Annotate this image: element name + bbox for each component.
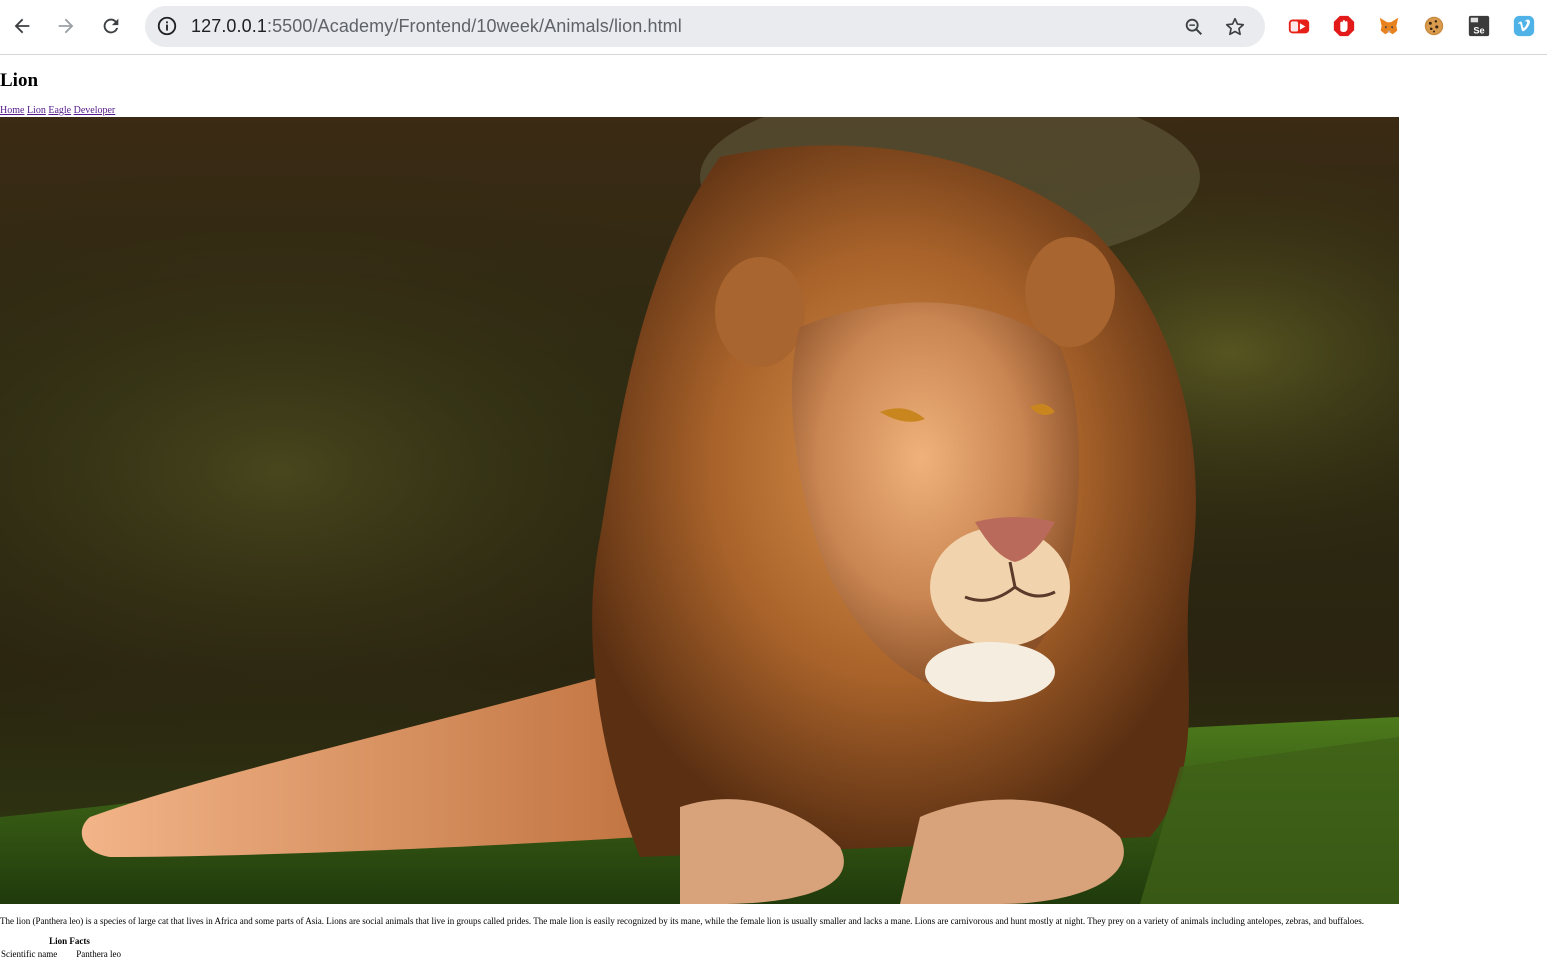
site-info-button[interactable]	[153, 12, 181, 40]
url-path: :5500/Academy/Frontend/10week/Animals/li…	[266, 16, 682, 36]
cookie-icon	[1424, 16, 1444, 36]
address-bar[interactable]: 127.0.0.1:5500/Academy/Frontend/10week/A…	[145, 6, 1265, 47]
adblock-icon	[1333, 15, 1355, 37]
lion-image	[0, 117, 1399, 904]
metamask-extension[interactable]	[1376, 13, 1402, 39]
lion-description: The lion (Panthera leo) is a species of …	[0, 916, 1364, 926]
vimeo-icon	[1513, 15, 1535, 37]
zoom-icon	[1185, 18, 1203, 36]
selenium-extension[interactable]: Se	[1466, 13, 1492, 39]
youtube-extension[interactable]	[1286, 13, 1312, 39]
metamask-icon	[1379, 17, 1399, 35]
youtube-icon	[1288, 19, 1310, 34]
table-row: Scientific name Panthera leo	[0, 949, 139, 959]
back-button[interactable]	[5, 9, 39, 43]
nav-link-developer[interactable]: Developer	[74, 105, 116, 116]
arrow-right-icon	[58, 18, 74, 34]
fact-value: Panthera leo	[76, 949, 121, 959]
selenium-label: Se	[1473, 25, 1484, 35]
vimeo-extension[interactable]	[1511, 13, 1537, 39]
reload-button[interactable]	[94, 9, 128, 43]
fact-label: Scientific name	[1, 949, 58, 959]
arrow-left-icon	[14, 18, 30, 34]
info-icon	[157, 16, 177, 36]
forward-button[interactable]	[49, 9, 83, 43]
nav-link-eagle[interactable]: Eagle	[48, 105, 71, 116]
lion-facts-table: Lion Facts Scientific name Panthera leo	[0, 936, 139, 959]
selenium-icon: Se	[1468, 15, 1490, 37]
page-title: Lion	[0, 70, 39, 91]
lion-photo	[0, 117, 1399, 904]
page-nav: Home Lion Eagle Developer	[0, 105, 115, 116]
bookmark-button[interactable]	[1222, 14, 1248, 40]
cookie-extension[interactable]	[1421, 13, 1447, 39]
browser-toolbar: 127.0.0.1:5500/Academy/Frontend/10week/A…	[0, 0, 1547, 55]
nav-link-lion[interactable]: Lion	[27, 105, 46, 116]
reload-icon	[103, 18, 119, 34]
url-text[interactable]: 127.0.0.1:5500/Academy/Frontend/10week/A…	[191, 16, 682, 37]
facts-caption: Lion Facts	[49, 936, 90, 946]
url-host: 127.0.0.1	[191, 16, 267, 36]
star-icon	[1225, 17, 1245, 36]
zoom-button[interactable]	[1181, 14, 1207, 40]
adblock-extension[interactable]	[1331, 13, 1357, 39]
nav-link-home[interactable]: Home	[0, 105, 24, 116]
